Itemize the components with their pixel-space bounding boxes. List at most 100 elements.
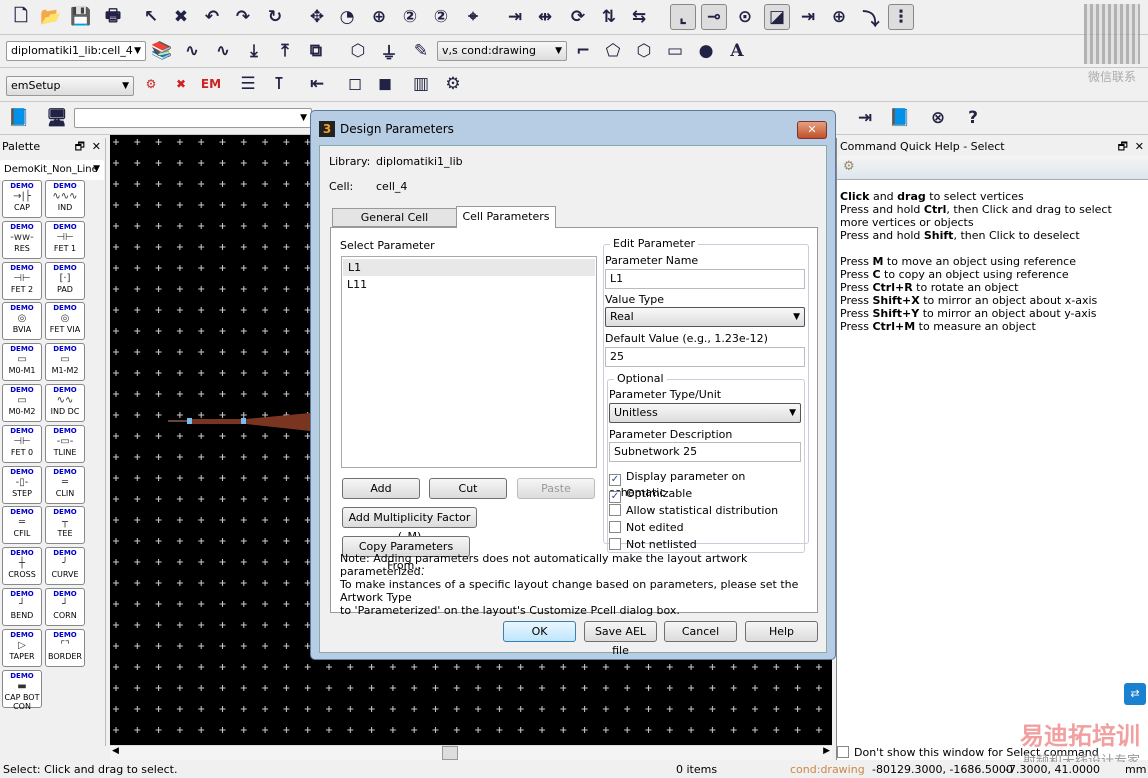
checkbox-box[interactable] bbox=[609, 521, 621, 533]
polyline-icon[interactable]: ⬡ bbox=[631, 38, 657, 64]
snap-grid-icon[interactable]: ⌞ bbox=[670, 4, 696, 30]
snap-pin-icon[interactable]: ⊸ bbox=[701, 4, 727, 30]
checkbox-not-netlisted[interactable]: Not netlisted bbox=[609, 538, 697, 552]
palette-item-taper[interactable]: DEMO ▷ TAPER bbox=[2, 628, 42, 667]
ground-icon[interactable]: ⏚ bbox=[376, 38, 402, 64]
value-type-select[interactable]: Real ▼ bbox=[605, 307, 805, 327]
checkbox-allow-statistical-distribution[interactable]: Allow statistical distribution bbox=[609, 504, 778, 518]
scroll-left-icon[interactable]: ◀ bbox=[112, 746, 119, 756]
zoom-area-icon[interactable]: ◔ bbox=[334, 4, 360, 30]
palette-item-fet-1[interactable]: DEMO ⊣⊢ FET 1 bbox=[45, 220, 85, 259]
close-icon[interactable]: ✕ bbox=[1135, 138, 1144, 156]
port-icon[interactable]: ⬡ bbox=[345, 38, 371, 64]
checkbox-box[interactable] bbox=[837, 746, 849, 758]
em-view-icon[interactable]: EM bbox=[198, 71, 224, 97]
checkbox-optimizable[interactable]: ✓ Optimizable bbox=[609, 487, 692, 503]
teamviewer-icon[interactable]: ⇄ bbox=[1124, 683, 1146, 705]
paste-button[interactable]: Paste bbox=[517, 478, 595, 499]
3d-solid-icon[interactable]: ◼ bbox=[372, 71, 398, 97]
checkbox-display-parameter-on-schematic[interactable]: ✓ Display parameter on schematic bbox=[609, 470, 804, 499]
redo-icon[interactable]: ↷ bbox=[230, 4, 256, 30]
palette-item-fet-0[interactable]: DEMO ⊣⊢ FET 0 bbox=[2, 424, 42, 463]
export-icon[interactable]: ⤒ bbox=[272, 38, 298, 64]
palette-item-m0-m1[interactable]: DEMO ▭ M0-M1 bbox=[2, 343, 42, 382]
mirror-x-icon[interactable]: ⇅ bbox=[596, 4, 622, 30]
palette-item-cross[interactable]: DEMO ┼ CROSS bbox=[2, 547, 42, 586]
palette-item-bend[interactable]: DEMO ┘ BEND bbox=[2, 588, 42, 626]
checkbox-box[interactable]: ✓ bbox=[609, 474, 621, 486]
default-value-input[interactable]: 25 bbox=[605, 347, 805, 367]
palette-item-step[interactable]: DEMO -▯- STEP bbox=[2, 465, 42, 504]
palette-item-bvia[interactable]: DEMO ◎ BVIA bbox=[2, 302, 42, 341]
delete-icon[interactable]: ✖ bbox=[168, 4, 194, 30]
scrollbar-thumb[interactable] bbox=[442, 746, 458, 760]
add-multiplicity-button[interactable]: Add Multiplicity Factor (_M) bbox=[342, 507, 477, 543]
tab-general-cell-definition[interactable]: General Cell Definition bbox=[332, 208, 457, 242]
close-icon[interactable]: ✕ bbox=[92, 138, 101, 155]
align-left-icon[interactable]: ⇥ bbox=[502, 4, 528, 30]
port-edit-icon[interactable]: ⊺ bbox=[266, 71, 292, 97]
palette-item-tee[interactable]: DEMO ┬ TEE bbox=[45, 506, 85, 545]
palette-item-pad[interactable]: DEMO [·] PAD bbox=[45, 261, 85, 300]
restore-icon[interactable]: 🗗 bbox=[75, 138, 85, 155]
pan-icon[interactable]: ✥ bbox=[304, 4, 330, 30]
snap-array-icon[interactable]: ⋮ bbox=[888, 4, 914, 30]
cancel-button[interactable]: Cancel bbox=[664, 621, 737, 642]
zoom-in-icon[interactable]: ⊕ bbox=[366, 4, 392, 30]
new-file-icon[interactable]: 🗋 bbox=[8, 4, 34, 30]
mirror-y-icon[interactable]: ⇆ bbox=[626, 4, 652, 30]
palette-library-select[interactable]: DemoKit_Non_Line ▼ bbox=[0, 160, 104, 180]
open-folder-icon[interactable]: 📂 bbox=[38, 4, 64, 30]
checkbox-box[interactable] bbox=[609, 504, 621, 516]
palette-item-border[interactable]: DEMO ⌜⌝ BORDER bbox=[45, 628, 85, 667]
globe-icon[interactable]: ⊗ bbox=[925, 105, 951, 131]
save-ael-button[interactable]: Save AEL file bbox=[584, 621, 657, 657]
palette-item-ind-dc[interactable]: DEMO ∿∿ IND DC bbox=[45, 384, 85, 422]
trace-icon[interactable]: ⌐ bbox=[570, 38, 596, 64]
align-spaced-icon[interactable]: ⇹ bbox=[532, 4, 558, 30]
unit-select[interactable]: Unitless ▼ bbox=[609, 403, 801, 423]
tune-icon[interactable]: ∿ bbox=[179, 38, 205, 64]
cut-button[interactable]: Cut bbox=[429, 478, 507, 499]
snap-vertex-icon[interactable]: ⊙ bbox=[732, 4, 758, 30]
palette-item-cap[interactable]: DEMO →|├ CAP bbox=[2, 180, 42, 218]
palette-item-corn[interactable]: DEMO ┘ CORN bbox=[45, 588, 85, 626]
substrate-icon[interactable]: ☰ bbox=[235, 71, 261, 97]
3d-layers-icon[interactable]: ▥ bbox=[408, 71, 434, 97]
snap-edge-icon[interactable]: ◪ bbox=[764, 4, 790, 30]
parameter-item[interactable]: L1 bbox=[343, 259, 595, 276]
palette-item-m0-m2[interactable]: DEMO ▭ M0-M2 bbox=[2, 384, 42, 422]
snap-intersection-icon[interactable]: ⤵ bbox=[858, 4, 884, 30]
undo-icon[interactable]: ↶ bbox=[199, 4, 225, 30]
palette-item-fet-2[interactable]: DEMO ⊣⊢ FET 2 bbox=[2, 261, 42, 300]
scroll-right-icon[interactable]: ▶ bbox=[823, 746, 830, 756]
rotate-icon[interactable]: ⟳ bbox=[565, 4, 591, 30]
palette-item-ind[interactable]: DEMO ∿∿∿ IND bbox=[45, 180, 85, 218]
3d-wireframe-icon[interactable]: ◻ bbox=[342, 71, 368, 97]
horizontal-scrollbar[interactable]: ◀ ▶ bbox=[110, 745, 832, 760]
component-icon[interactable]: ⇤ bbox=[304, 71, 330, 97]
zoom-in-2x-icon[interactable]: ② bbox=[397, 4, 423, 30]
ok-button[interactable]: OK bbox=[503, 621, 576, 642]
em-stop-icon[interactable]: ✖ bbox=[168, 71, 194, 97]
circle-icon[interactable]: ● bbox=[693, 38, 719, 64]
center-icon[interactable]: ⌖ bbox=[460, 4, 486, 30]
zoom-out-2x-icon[interactable]: ② bbox=[428, 4, 454, 30]
parameter-list[interactable]: L1 L11 bbox=[341, 256, 597, 468]
restore-icon[interactable]: 🗗 bbox=[1118, 138, 1128, 156]
polygon-icon[interactable]: ⬠ bbox=[600, 38, 626, 64]
import-icon[interactable]: ⤓ bbox=[241, 38, 267, 64]
optimize-icon[interactable]: ∿ bbox=[210, 38, 236, 64]
em-setup-select[interactable]: emSetup ▼ bbox=[6, 76, 134, 96]
snap-midpoint-icon[interactable]: ⇥ bbox=[795, 4, 821, 30]
datasheet-icon[interactable]: ⇥ bbox=[852, 105, 878, 131]
add-button[interactable]: Add bbox=[342, 478, 420, 499]
palette-item-curve[interactable]: DEMO ╯ CURVE bbox=[45, 547, 85, 586]
pointer-icon[interactable]: ↖ bbox=[138, 4, 164, 30]
parameter-name-input[interactable]: L1 bbox=[605, 269, 805, 289]
layer-stack-icon[interactable]: ⧉ bbox=[303, 38, 329, 64]
palette-item-cap-bot-con[interactable]: DEMO ▬ CAP BOT CON bbox=[2, 669, 42, 711]
palette-item-res[interactable]: DEMO -ww- RES bbox=[2, 220, 42, 259]
layer-select[interactable]: v,s cond:drawing ▼ bbox=[437, 41, 567, 61]
palette-item-cfil[interactable]: DEMO ═ CFIL bbox=[2, 506, 42, 545]
